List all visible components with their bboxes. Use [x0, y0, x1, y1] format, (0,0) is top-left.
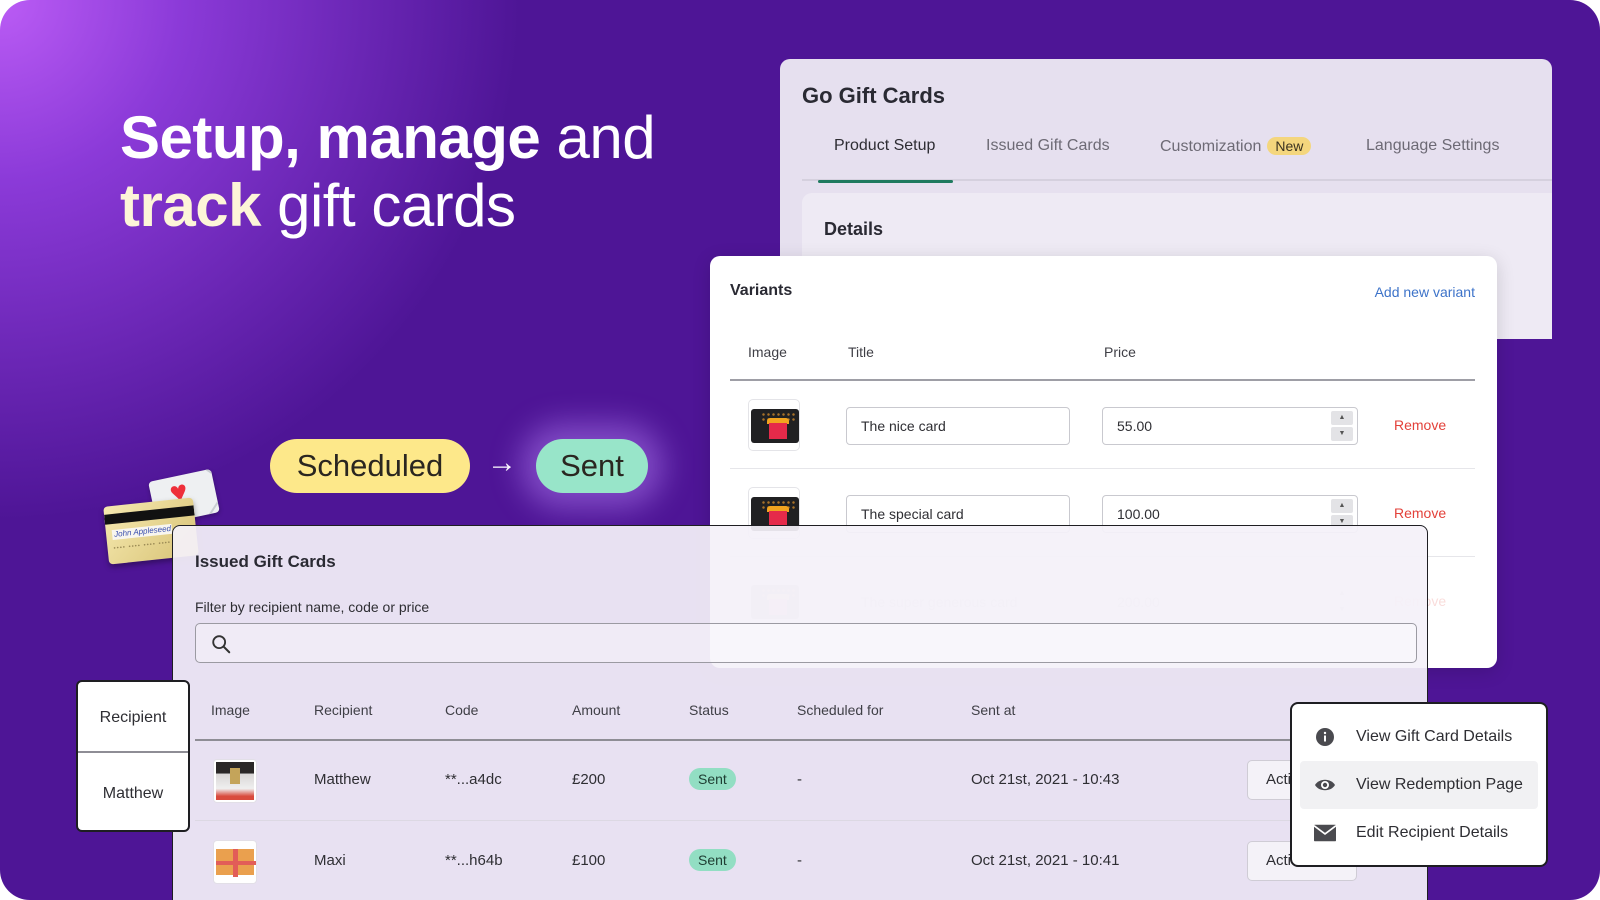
headline-bold-2: track: [120, 172, 261, 239]
sent-at-cell: Oct 21st, 2021 - 10:43: [971, 771, 1120, 788]
variants-title: Variants: [730, 282, 793, 299]
table-row: Matthew **...a4dc £200 Sent - Oct 21st, …: [195, 741, 1427, 821]
card-signature: John Appleseed: [111, 523, 173, 541]
recipient-callout: Recipient Matthew: [76, 680, 190, 832]
hero-background: Setup, manage and track gift cards Go Gi…: [0, 0, 1600, 900]
amount-cell: £100: [572, 852, 606, 869]
app-title: Go Gift Cards: [802, 83, 946, 108]
status-badge: Sent: [689, 849, 736, 871]
column-header-code: Code: [445, 702, 479, 718]
headline-light-1: and: [540, 104, 656, 171]
variant-row: The nice card 55.00 ▲ ▼ Remove: [730, 381, 1475, 469]
gift-card-image: [213, 840, 257, 884]
tab-label: Language Settings: [1366, 137, 1500, 154]
tab-label: Issued Gift Cards: [986, 137, 1110, 154]
recipient-cell: Maxi: [314, 852, 346, 869]
column-header-image: Image: [748, 344, 787, 360]
eye-icon: [1314, 774, 1336, 796]
gift-card-thumbnail: [751, 409, 799, 443]
column-header-scheduled-for: Scheduled for: [797, 702, 884, 718]
search-icon: [212, 635, 231, 654]
callout-value: Matthew: [102, 785, 164, 802]
callout-header: Recipient: [78, 682, 188, 753]
info-icon: [1314, 726, 1336, 748]
issued-title: Issued Gift Cards: [195, 552, 336, 571]
add-new-variant-link[interactable]: Add new variant: [1375, 284, 1475, 300]
stepper-up-icon[interactable]: ▲: [1331, 499, 1353, 513]
code-cell: **...h64b: [445, 852, 503, 869]
remove-variant-button[interactable]: Remove: [1394, 417, 1446, 433]
sent-status-pill: Sent: [536, 439, 648, 493]
menu-item-label: View Gift Card Details: [1356, 728, 1513, 745]
filter-label: Filter by recipient name, code or price: [195, 599, 430, 615]
headline-light-2: gift cards: [260, 172, 516, 239]
price-value: 55.00: [1117, 418, 1153, 434]
stepper-down-icon[interactable]: ▼: [1331, 427, 1353, 441]
arrow-right-icon: →: [487, 446, 517, 479]
mail-icon: [1314, 822, 1336, 844]
column-header-price: Price: [1104, 344, 1136, 360]
search-input[interactable]: [195, 623, 1417, 663]
column-header-image: Image: [211, 702, 250, 718]
new-badge: New: [1267, 137, 1312, 155]
tab-issued-gift-cards[interactable]: Issued Gift Cards: [986, 137, 1110, 181]
headline-bold-1: Setup, manage: [120, 104, 541, 171]
sent-at-cell: Oct 21st, 2021 - 10:41: [971, 852, 1120, 869]
scheduled-for-cell: -: [797, 852, 802, 869]
column-header-status: Status: [689, 702, 729, 718]
gift-card-image: [213, 759, 257, 803]
actions-menu: View Gift Card Details View Redemption P…: [1290, 702, 1548, 867]
price-value: 100.00: [1117, 506, 1160, 522]
scheduled-for-cell: -: [797, 771, 802, 788]
variant-title-input[interactable]: The nice card: [846, 407, 1070, 445]
hero-headline: Setup, manage and track gift cards: [120, 104, 656, 240]
amount-cell: £200: [572, 771, 606, 788]
tab-label: Customization: [1160, 138, 1262, 155]
price-stepper[interactable]: ▲▼: [1331, 411, 1353, 441]
status-badge: Sent: [689, 768, 736, 790]
tab-product-setup[interactable]: Product Setup: [817, 137, 954, 183]
tab-label: Product Setup: [834, 137, 936, 154]
tab-language-settings[interactable]: Language Settings: [1366, 137, 1499, 181]
remove-variant-button[interactable]: Remove: [1394, 505, 1446, 521]
menu-item-label: View Redemption Page: [1356, 776, 1523, 793]
code-cell: **...a4dc: [445, 771, 502, 788]
tab-bar: Product Setup Issued Gift Cards Customiz…: [802, 129, 1552, 183]
column-header-title: Title: [848, 344, 874, 360]
issued-gift-cards-panel: Issued Gift Cards Filter by recipient na…: [172, 525, 1428, 900]
column-header-sent-at: Sent at: [971, 702, 1016, 718]
menu-item-label: Edit Recipient Details: [1356, 824, 1509, 841]
menu-item-edit-recipient-details[interactable]: Edit Recipient Details: [1300, 809, 1538, 857]
tab-customization[interactable]: Customization New: [1160, 137, 1312, 181]
column-header-amount: Amount: [572, 702, 621, 718]
table-row: Maxi **...h64b £100 Sent - Oct 21st, 202…: [195, 822, 1427, 900]
scheduled-status-pill: Scheduled: [270, 439, 470, 493]
menu-item-view-redemption-page[interactable]: View Redemption Page: [1300, 761, 1538, 809]
details-title: Details: [824, 219, 884, 239]
menu-item-view-gift-card-details[interactable]: View Gift Card Details: [1300, 713, 1538, 761]
recipient-cell: Matthew: [314, 771, 371, 788]
stepper-up-icon[interactable]: ▲: [1331, 411, 1353, 425]
column-header-recipient: Recipient: [314, 702, 373, 718]
variant-price-input[interactable]: 55.00 ▲ ▼: [1102, 407, 1358, 445]
variant-image[interactable]: [748, 399, 800, 451]
